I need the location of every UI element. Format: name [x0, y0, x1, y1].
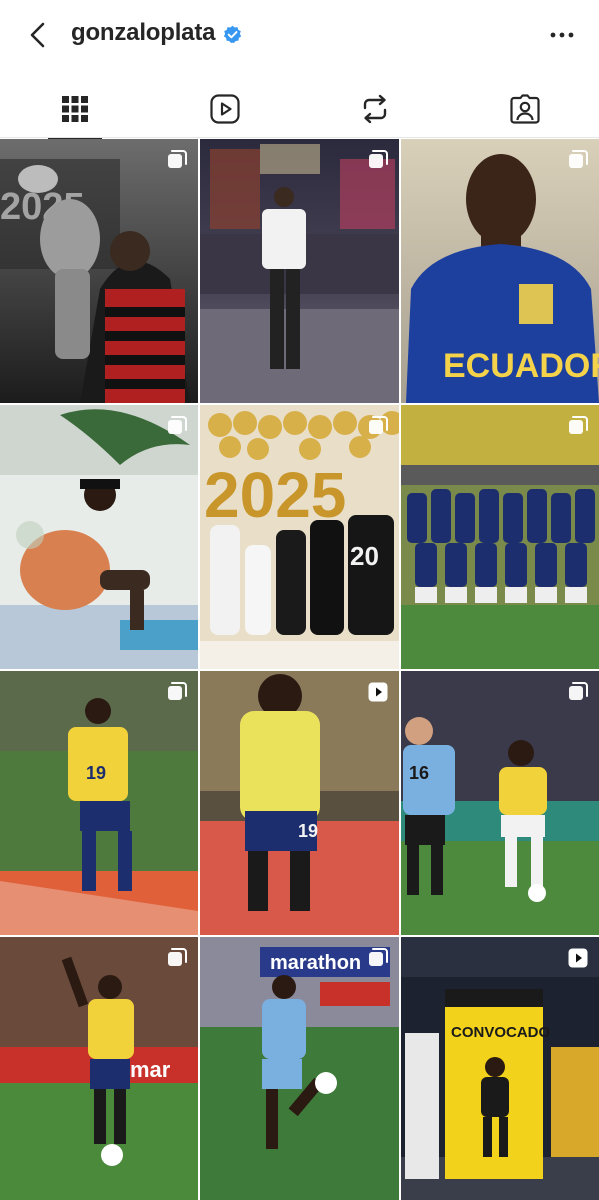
post-tile[interactable]	[401, 405, 599, 669]
post-tile[interactable]: CONVOCADO	[401, 937, 599, 1200]
profile-header: gonzaloplata	[0, 0, 599, 70]
carousel-icon	[367, 947, 389, 969]
svg-text:mar: mar	[130, 1057, 171, 1082]
profile-username: gonzaloplata	[71, 19, 216, 46]
grid-icon	[62, 96, 88, 122]
svg-text:19: 19	[298, 821, 318, 841]
post-tile[interactable]: 2025	[0, 139, 198, 403]
svg-text:ECUADOR: ECUADOR	[443, 347, 599, 385]
post-photo-trophy: 2025	[0, 139, 198, 403]
post-tile[interactable]: ECUADOR	[401, 139, 599, 403]
tab-reposts[interactable]	[300, 80, 450, 138]
more-options-icon[interactable]	[545, 18, 579, 52]
reel-icon	[567, 947, 589, 969]
post-photo-training: marathon	[200, 937, 399, 1200]
post-photo-waving: mar	[0, 937, 198, 1200]
reel-icon	[367, 681, 389, 703]
profile-tabs	[0, 80, 599, 139]
post-tile[interactable]: marathon	[200, 937, 399, 1200]
tab-reels[interactable]	[150, 80, 300, 138]
carousel-icon	[166, 681, 188, 703]
post-photo-poolside	[0, 405, 198, 669]
carousel-icon	[166, 415, 188, 437]
post-tile[interactable]: 16	[401, 671, 599, 935]
posts-grid: 2025 ECUADOR 2025 20 19 19 16 mar marath…	[0, 139, 599, 1200]
carousel-icon	[567, 415, 589, 437]
post-photo-family-balloons: 2025 20	[200, 405, 399, 669]
carousel-icon	[567, 149, 589, 171]
post-photo-team	[401, 405, 599, 669]
tab-posts[interactable]	[0, 80, 150, 139]
svg-text:marathon: marathon	[270, 952, 361, 974]
carousel-icon	[367, 415, 389, 437]
post-photo-back-19: 19	[200, 671, 399, 935]
post-tile[interactable]	[0, 405, 198, 669]
post-photo-ecuador-jacket: ECUADOR	[401, 139, 599, 403]
post-tile[interactable]: 19	[200, 671, 399, 935]
reels-icon	[210, 94, 240, 124]
svg-text:16: 16	[409, 763, 429, 783]
post-photo-dribbling: 16	[401, 671, 599, 935]
tabs-divider	[0, 137, 599, 138]
post-tile[interactable]	[200, 139, 399, 403]
post-tile[interactable]: mar	[0, 937, 198, 1200]
tab-tagged[interactable]	[450, 80, 599, 138]
svg-text:20: 20	[350, 541, 379, 571]
post-photo-street	[200, 139, 399, 403]
verified-badge-icon	[223, 25, 242, 44]
svg-text:CONVOCADO: CONVOCADO	[451, 1024, 551, 1041]
tagged-icon	[510, 94, 540, 124]
post-tile[interactable]: 2025 20	[200, 405, 399, 669]
chevron-left-icon[interactable]	[22, 18, 56, 52]
svg-text:19: 19	[86, 763, 106, 783]
carousel-icon	[166, 947, 188, 969]
post-photo-convocado: CONVOCADO	[401, 937, 599, 1200]
carousel-icon	[166, 149, 188, 171]
carousel-icon	[367, 149, 389, 171]
post-photo-celebrating-19: 19	[0, 671, 198, 935]
post-tile[interactable]: 19	[0, 671, 198, 935]
repost-icon	[363, 94, 387, 124]
carousel-icon	[567, 681, 589, 703]
